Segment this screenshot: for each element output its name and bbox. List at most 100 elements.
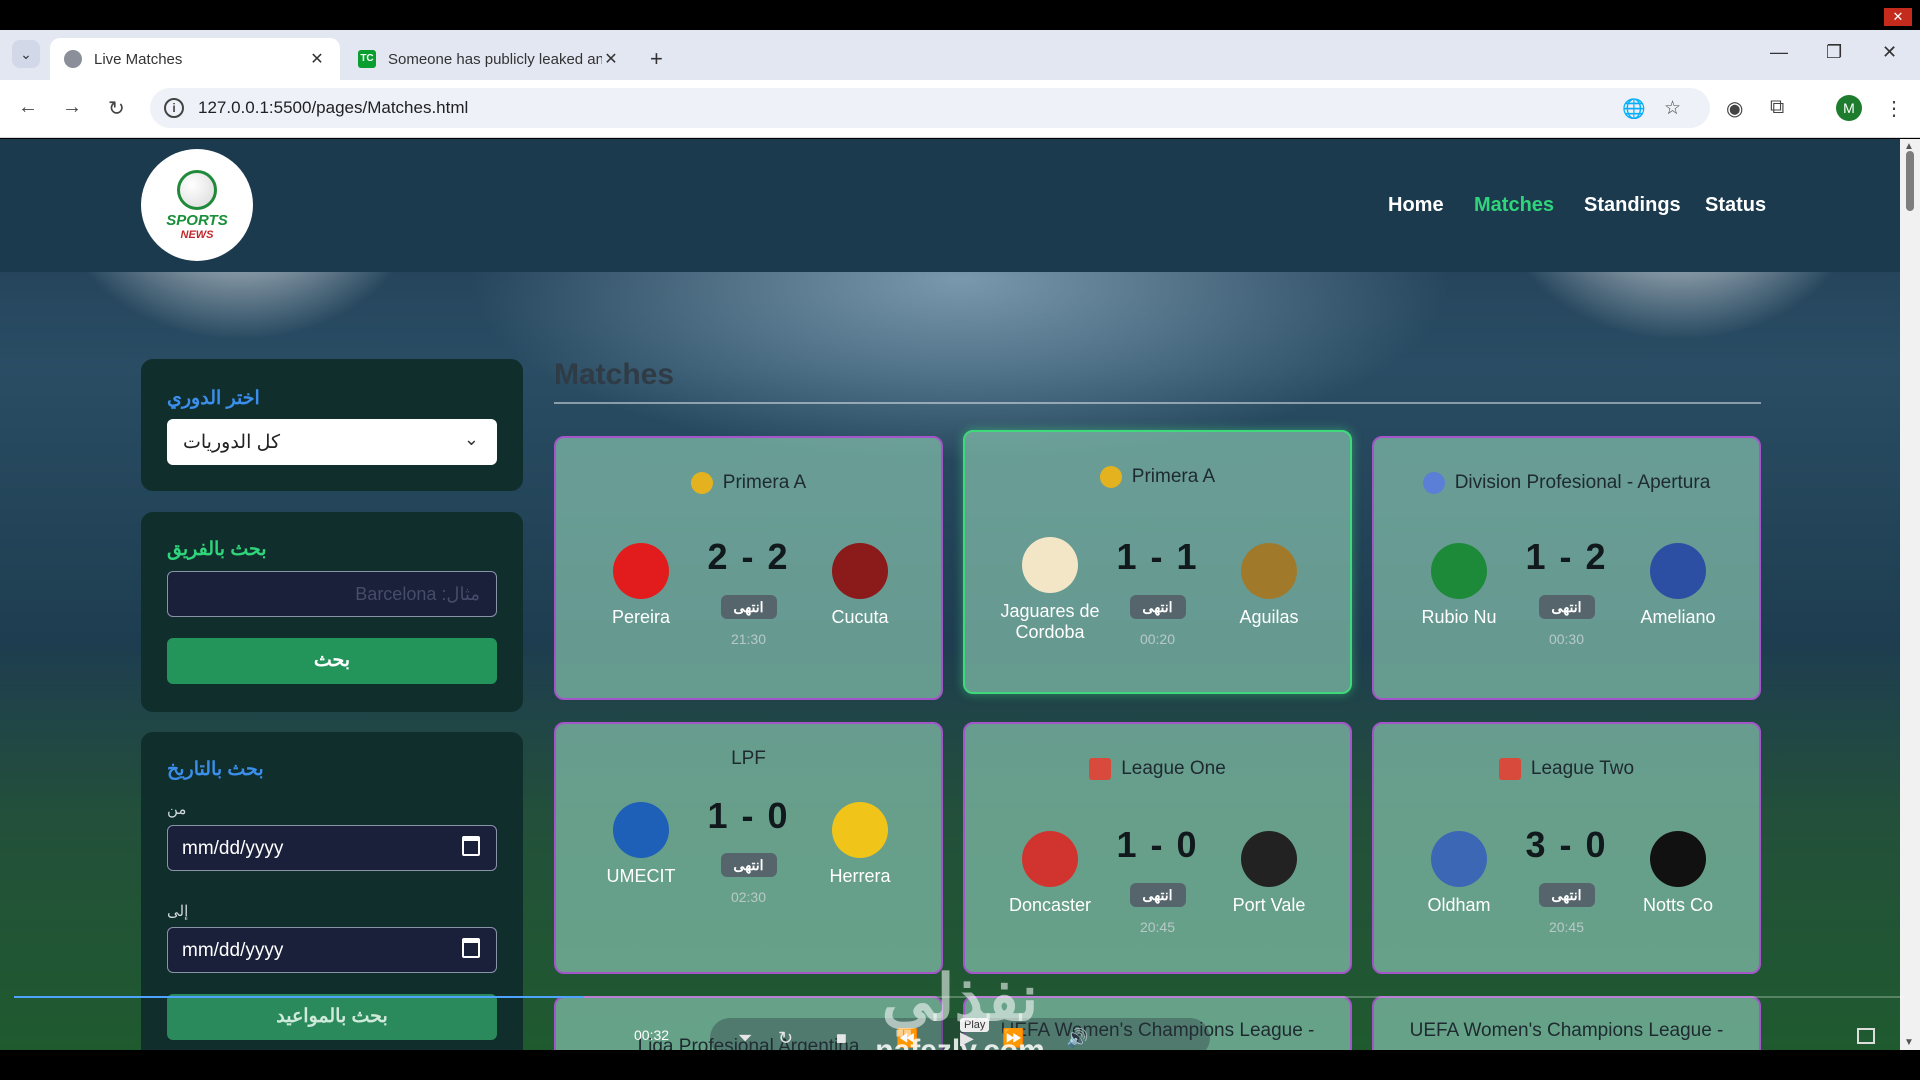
calendar-icon[interactable] bbox=[462, 938, 480, 958]
league-logo-icon bbox=[690, 472, 713, 494]
away-team: Ameliano bbox=[1613, 543, 1743, 628]
league-name: Division Profesional - Apertura bbox=[1454, 472, 1711, 494]
league-select-value: كل الدوريات bbox=[183, 432, 281, 453]
techcrunch-icon: TC bbox=[358, 50, 376, 68]
away-team-name: Cucuta bbox=[831, 607, 889, 627]
restore-button[interactable]: ❐ bbox=[1826, 42, 1842, 63]
league-name: Primera A bbox=[722, 472, 807, 494]
status-badge: انتهى bbox=[1538, 883, 1595, 907]
nav-home[interactable]: Home bbox=[1388, 194, 1444, 217]
match-card[interactable]: LPF UMECIT 1 - 0 انتهى 02:30 Herrera bbox=[554, 722, 943, 974]
scroll-down-icon[interactable]: ▼ bbox=[1904, 1037, 1914, 1048]
team-crest-icon bbox=[1650, 543, 1706, 599]
extension-shield-icon[interactable]: ◉ bbox=[1726, 96, 1743, 121]
status-badge: انتهى bbox=[1538, 595, 1595, 619]
team-crest-icon bbox=[832, 543, 888, 599]
loop-icon[interactable]: ↻ bbox=[778, 1028, 793, 1049]
team-search-input[interactable]: مثال: Barcelona bbox=[167, 571, 497, 617]
logo-text-sports: SPORTS bbox=[166, 211, 228, 229]
logo-text-news: NEWS bbox=[180, 228, 214, 241]
match-time: 00:30 bbox=[1548, 631, 1585, 647]
date-to-input[interactable]: mm/dd/yyyy bbox=[167, 927, 497, 973]
watermark-arabic: نفذلي bbox=[881, 962, 1039, 1034]
extensions-icon[interactable]: ⧉ bbox=[1770, 96, 1784, 119]
nav-matches[interactable]: Matches bbox=[1474, 194, 1554, 217]
site-logo[interactable]: SPORTS NEWS bbox=[141, 149, 253, 261]
match-card[interactable]: Division Profesional - Apertura Rubio Nu… bbox=[1372, 436, 1761, 700]
team-search-placeholder: مثال: Barcelona bbox=[355, 584, 480, 604]
tab-close-icon[interactable]: ✕ bbox=[602, 49, 620, 69]
team-search-button[interactable]: بحث bbox=[167, 638, 497, 684]
league-name: League One bbox=[1121, 758, 1226, 780]
away-team: Cucuta bbox=[795, 543, 925, 628]
home-team-name: Oldham bbox=[1427, 895, 1491, 915]
date-search-button[interactable]: بحث بالمواعيد bbox=[167, 994, 497, 1040]
profile-avatar[interactable]: M bbox=[1836, 95, 1862, 121]
scrollbar-thumb[interactable] bbox=[1906, 151, 1914, 211]
status-badge: انتهى bbox=[720, 853, 777, 877]
match-card[interactable]: Primera A Jaguares de Cordoba 1 - 1 انته… bbox=[963, 430, 1352, 694]
tab-title: Someone has publicly leaked an bbox=[388, 50, 602, 68]
home-team-name: Pereira bbox=[611, 607, 671, 627]
team-crest-icon bbox=[832, 802, 888, 858]
tab-strip: ⌄ Live Matches ✕ TC Someone has publicly… bbox=[0, 30, 1920, 80]
match-league: League One bbox=[965, 758, 1350, 780]
nav-status[interactable]: Status bbox=[1705, 194, 1766, 217]
tab-techcrunch[interactable]: TC Someone has publicly leaked an ✕ bbox=[344, 38, 634, 80]
match-card[interactable]: UEFA Women's Champions League - bbox=[1372, 996, 1761, 1050]
league-name: Primera A bbox=[1131, 466, 1216, 488]
match-card[interactable]: Primera A Pereira 2 - 2 انتهى 21:30 Cucu… bbox=[554, 436, 943, 700]
calendar-icon[interactable] bbox=[462, 836, 480, 856]
match-league: LPF bbox=[556, 748, 941, 770]
close-icon[interactable]: ✕ bbox=[1884, 8, 1912, 26]
league-logo-icon bbox=[1422, 472, 1445, 494]
match-card[interactable]: League One Doncaster 1 - 0 انتهى 20:45 P… bbox=[963, 722, 1352, 974]
away-team: Port Vale bbox=[1204, 831, 1334, 916]
bookmark-star-icon[interactable]: ☆ bbox=[1664, 97, 1681, 120]
away-team-name: Herrera bbox=[829, 866, 891, 886]
site-info-icon[interactable]: i bbox=[164, 98, 184, 118]
date-from-input[interactable]: mm/dd/yyyy bbox=[167, 825, 497, 871]
speed-icon[interactable]: ⏷ bbox=[738, 1028, 752, 1049]
league-filter-panel: اختر الدوري كل الدوريات ⌄ bbox=[141, 359, 523, 491]
away-team-name: Port Vale bbox=[1232, 895, 1306, 915]
back-button[interactable]: ← bbox=[18, 96, 38, 119]
league-select[interactable]: كل الدوريات ⌄ bbox=[167, 419, 497, 465]
new-tab-button[interactable]: + bbox=[650, 46, 663, 72]
match-league: Primera A bbox=[965, 466, 1350, 488]
team-search-title: بحث بالفريق bbox=[167, 539, 267, 560]
chevron-down-icon: ⌄ bbox=[463, 429, 479, 449]
url-text[interactable]: 127.0.0.1:5500/pages/Matches.html bbox=[198, 98, 468, 118]
league-filter-title: اختر الدوري bbox=[167, 388, 260, 409]
tab-live-matches[interactable]: Live Matches ✕ bbox=[50, 38, 340, 80]
match-time: 00:20 bbox=[1139, 631, 1176, 647]
date-from-value: mm/dd/yyyy bbox=[182, 838, 284, 859]
address-bar[interactable]: i 127.0.0.1:5500/pages/Matches.html 🌐 ☆ bbox=[150, 88, 1710, 128]
fullscreen-icon[interactable] bbox=[1857, 1028, 1875, 1044]
match-time: 21:30 bbox=[730, 631, 767, 647]
tab-search-button[interactable]: ⌄ bbox=[12, 40, 40, 68]
away-team-name: Ameliano bbox=[1640, 607, 1716, 627]
browser-menu-icon[interactable]: ⋮ bbox=[1884, 96, 1904, 121]
status-badge: انتهى bbox=[720, 595, 777, 619]
minimize-button[interactable]: — bbox=[1770, 42, 1788, 63]
tab-close-icon[interactable]: ✕ bbox=[308, 49, 326, 69]
league-name: LPF bbox=[731, 748, 766, 769]
translate-icon[interactable]: 🌐 bbox=[1622, 97, 1646, 121]
forward-button[interactable]: → bbox=[62, 96, 82, 119]
team-crest-icon bbox=[1650, 831, 1706, 887]
team-search-panel: بحث بالفريق مثال: Barcelona بحث bbox=[141, 512, 523, 712]
page-scrollbar[interactable]: ▲ ▼ bbox=[1900, 139, 1920, 1050]
match-league: Division Profesional - Apertura bbox=[1374, 472, 1759, 494]
date-from-label: من bbox=[167, 801, 187, 818]
page-viewport: SPORTS NEWS Home Matches Standings Statu… bbox=[0, 139, 1900, 1050]
match-card[interactable]: League Two Oldham 3 - 0 انتهى 20:45 Nott… bbox=[1372, 722, 1761, 974]
nav-standings[interactable]: Standings bbox=[1584, 194, 1681, 217]
date-to-value: mm/dd/yyyy bbox=[182, 940, 284, 961]
video-elapsed-time: 00:32 bbox=[634, 1027, 670, 1043]
window-close-button[interactable]: ✕ bbox=[1882, 42, 1897, 63]
screen-bottom-bar bbox=[0, 1050, 1920, 1080]
address-row: ← → ↻ i 127.0.0.1:5500/pages/Matches.htm… bbox=[0, 80, 1920, 138]
reload-button[interactable]: ↻ bbox=[108, 96, 125, 121]
date-search-title: بحث بالتاريخ bbox=[167, 759, 264, 780]
